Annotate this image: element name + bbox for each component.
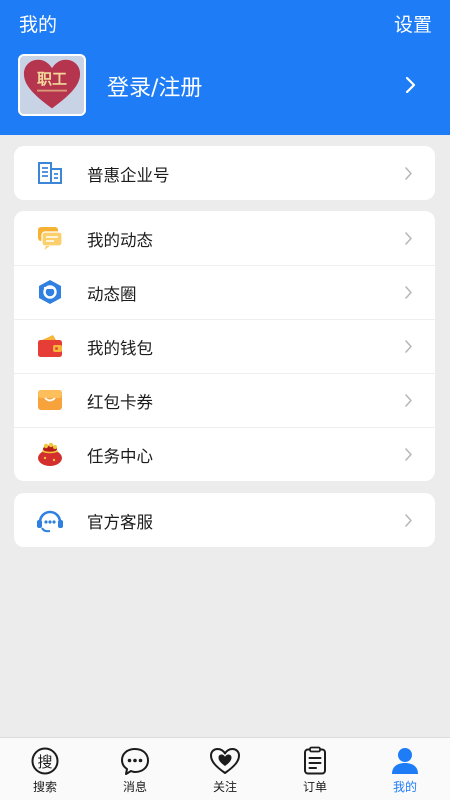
tab-label: 我的 xyxy=(392,780,417,794)
menu-item-coupons[interactable]: 红包卡券 xyxy=(14,373,435,427)
svg-text:搜: 搜 xyxy=(37,753,52,771)
tab-label: 关注 xyxy=(212,780,237,794)
page-title: 我的 xyxy=(19,14,58,36)
menu-item-label: 普惠企业号 xyxy=(87,166,170,185)
building-icon xyxy=(36,160,64,186)
chat-icon xyxy=(119,746,151,776)
user-icon xyxy=(389,746,421,776)
menu-item-label: 我的动态 xyxy=(87,231,153,250)
menu-item-moments[interactable]: 动态圈 xyxy=(14,265,435,319)
menu-item-label: 任务中心 xyxy=(87,447,153,466)
chevron-right-icon xyxy=(405,394,412,407)
tab-follow[interactable]: 关注 xyxy=(180,738,270,800)
enterprise-card: 普惠企业号 xyxy=(14,146,435,200)
tab-orders[interactable]: 订单 xyxy=(270,738,360,800)
header: 我的 设置 职工 登录/注册 xyxy=(0,0,450,135)
menu-item-tasks[interactable]: 任务中心 xyxy=(14,427,435,481)
tab-label: 搜索 xyxy=(32,780,57,794)
wallet-icon xyxy=(36,333,64,359)
chevron-right-icon xyxy=(405,514,412,527)
menu-item-wallet[interactable]: 我的钱包 xyxy=(14,319,435,373)
message-bubble-icon xyxy=(36,225,64,251)
avatar: 职工 xyxy=(18,54,86,116)
chevron-right-icon xyxy=(405,286,412,299)
svg-text:职工: 职工 xyxy=(37,70,67,88)
menu-item-label: 我的钱包 xyxy=(87,339,153,358)
login-row[interactable]: 职工 登录/注册 xyxy=(0,50,450,120)
menu-item-my-posts[interactable]: 我的动态 xyxy=(14,211,435,265)
chevron-right-icon xyxy=(405,448,412,461)
menu-item-customer-service[interactable]: 官方客服 xyxy=(14,493,435,547)
chevron-right-icon xyxy=(405,232,412,245)
menu-item-enterprise[interactable]: 普惠企业号 xyxy=(14,146,435,200)
chevron-right-icon xyxy=(405,340,412,353)
coupon-icon xyxy=(36,387,64,413)
bottom-tab-bar: 搜 搜索 消息 关注 订单 我的 xyxy=(0,737,450,800)
activity-card: 我的动态 动态圈 我的钱包 红包卡券 任务中心 xyxy=(14,211,435,481)
headset-icon xyxy=(36,507,64,533)
search-icon: 搜 xyxy=(29,746,61,776)
tab-search[interactable]: 搜 搜索 xyxy=(0,738,90,800)
tab-label: 订单 xyxy=(302,780,327,794)
aperture-icon xyxy=(36,279,64,305)
chevron-right-icon xyxy=(405,76,416,94)
heart-icon xyxy=(209,746,241,776)
settings-button[interactable]: 设置 xyxy=(394,10,432,37)
menu-item-label: 动态圈 xyxy=(87,285,137,304)
service-card: 官方客服 xyxy=(14,493,435,547)
money-bag-icon xyxy=(36,441,64,467)
tab-mine[interactable]: 我的 xyxy=(360,738,450,800)
menu-item-label: 官方客服 xyxy=(87,513,153,532)
order-icon xyxy=(299,746,331,776)
heart-logo-avatar: 职工 xyxy=(20,56,84,114)
tab-messages[interactable]: 消息 xyxy=(90,738,180,800)
tab-label: 消息 xyxy=(122,780,147,794)
login-register-link[interactable]: 登录/注册 xyxy=(107,70,202,102)
menu-item-label: 红包卡券 xyxy=(87,393,153,412)
chevron-right-icon xyxy=(405,167,412,180)
